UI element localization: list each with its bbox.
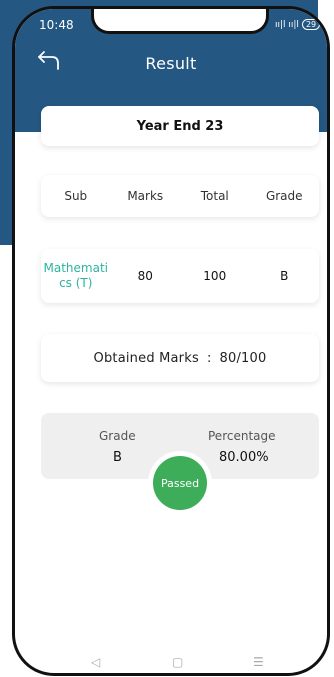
total-cell: 100 [203,269,227,283]
subject-name-line1: Mathemati [43,261,108,275]
obtained-marks-card: Obtained Marks : 80/100 [41,334,319,382]
page-title: Result [145,54,197,73]
obtained-value: 80/100 [219,350,267,366]
percentage-value: 80.00% [219,450,269,465]
phone-frame: 10:48 ıı|l ıı|l 29 Result Year End 23 Su… [12,6,330,676]
column-header-grade: Grade [265,189,303,203]
status-time: 10:48 [39,18,74,32]
table-row: Mathemati cs (T) 80 100 B [41,249,319,303]
table-header: Sub Marks Total Grade [41,175,319,217]
phone-notch [91,9,269,34]
status-icons: ıı|l ıı|l 29 [275,19,321,30]
grade-cell: B [280,269,289,283]
subject-cell: Mathemati cs (T) [41,261,111,291]
percentage-label: Percentage [208,429,276,443]
battery-icon: 29 [301,19,321,30]
grade-label: Grade [99,429,136,443]
nav-back-icon[interactable]: ◁ [91,655,100,669]
obtained-label: Obtained Marks [93,350,199,366]
signal-icon: ıı|l ıı|l [275,19,299,30]
exam-name-card: Year End 23 [41,106,319,146]
column-header-marks: Marks [127,189,164,203]
grade-value: B [113,450,122,465]
subject-name-line2: cs (T) [59,276,93,290]
obtained-separator: : [206,350,212,366]
column-header-total: Total [200,189,229,203]
passed-badge: Passed [153,456,207,510]
column-header-sub: Sub [64,189,88,203]
marks-cell: 80 [137,269,153,283]
system-nav-bar: ◁ ▢ ☰ [15,655,327,671]
exam-name: Year End 23 [136,118,224,134]
nav-home-icon[interactable]: ▢ [172,655,183,669]
nav-menu-icon[interactable]: ☰ [253,655,264,669]
